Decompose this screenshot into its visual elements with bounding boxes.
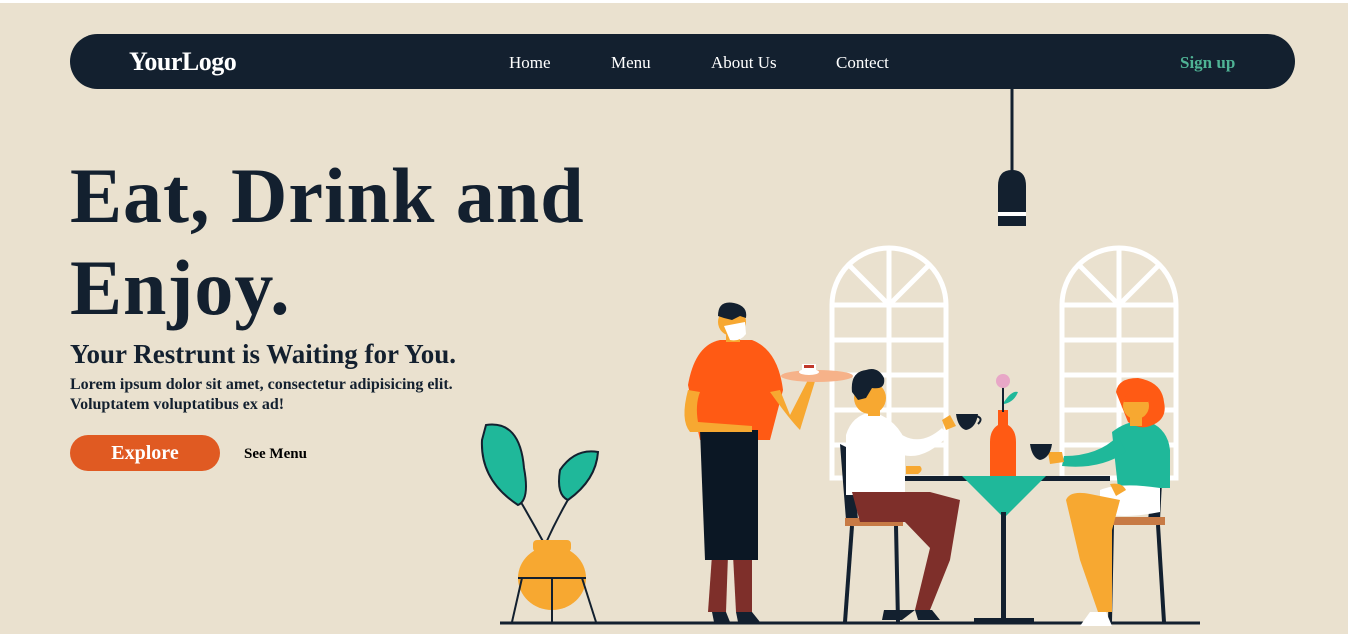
wine-bottle-icon — [990, 374, 1018, 476]
restaurant-illustration — [480, 74, 1200, 626]
see-menu-link[interactable]: See Menu — [244, 446, 307, 463]
hero-subtitle: Your Restrunt is Waiting for You. — [70, 339, 457, 369]
top-strip — [0, 0, 1348, 3]
pendant-lamp-icon — [998, 74, 1026, 226]
waiter-icon — [684, 302, 853, 622]
potted-plant-icon — [480, 423, 600, 623]
logo[interactable]: YourLogo — [129, 47, 237, 77]
explore-button[interactable]: Explore — [70, 435, 220, 471]
hero-title-line-2: Enjoy. — [70, 244, 291, 331]
hero-description: Lorem ipsum dolor sit amet, consectetur … — [70, 376, 453, 413]
diner-woman-icon — [1030, 378, 1170, 626]
diner-man-icon — [840, 369, 982, 623]
